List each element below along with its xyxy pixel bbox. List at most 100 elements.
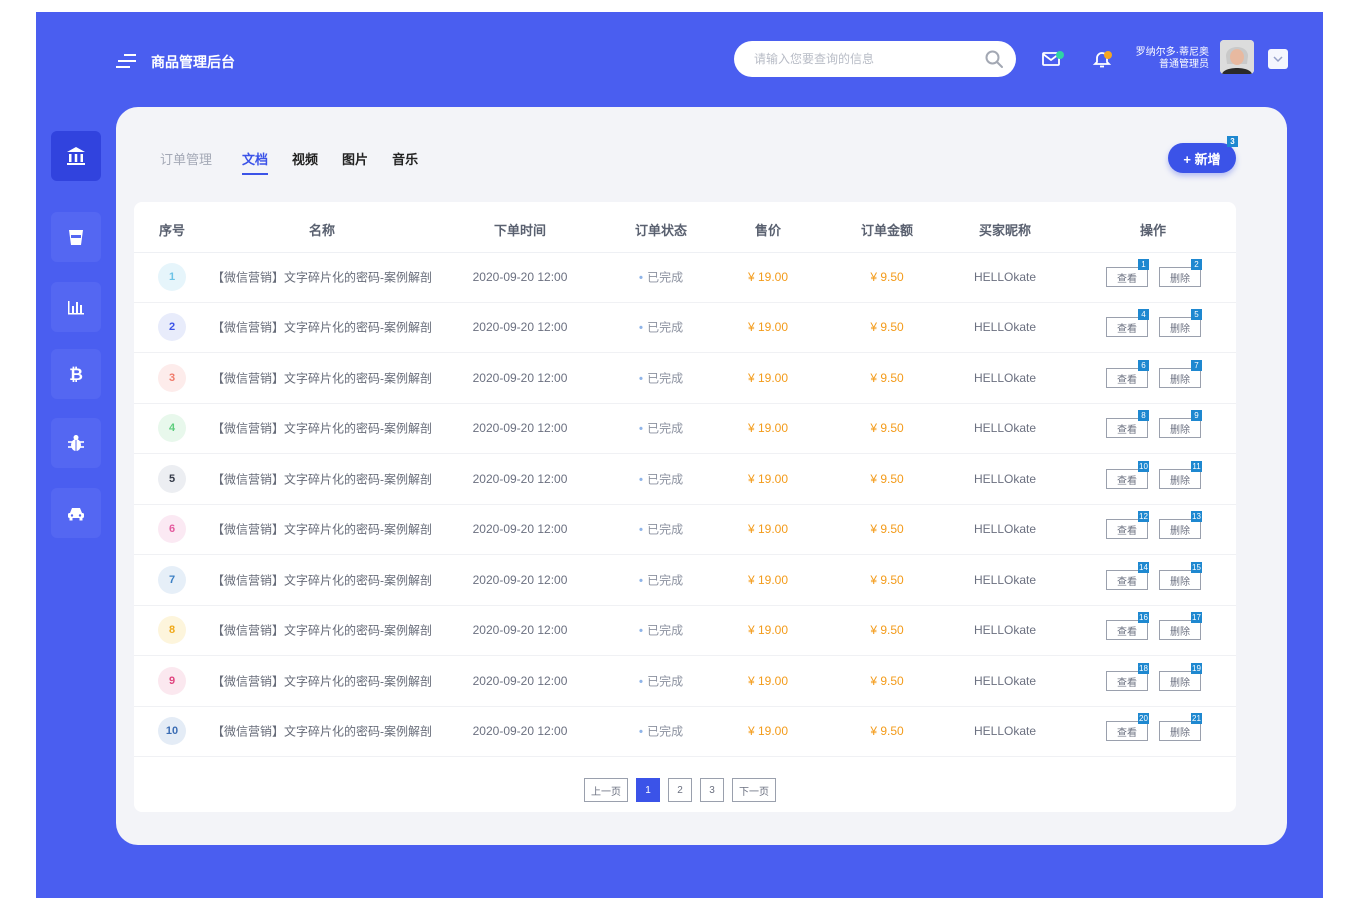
bug-icon <box>68 435 84 451</box>
page-button-3[interactable]: 3 <box>700 778 724 802</box>
view-button[interactable]: 查看 10 <box>1106 461 1149 489</box>
row-name: 【微信营销】文字碎片化的密码-案例解剖 <box>212 270 432 285</box>
row-price: ¥ 19.00 <box>747 270 789 284</box>
row-amount: ¥ 9.50 <box>870 623 904 637</box>
table-row: 6 【微信营销】文字碎片化的密码-案例解剖 2020-09-20 12:00 已完成 ¥… <box>134 504 1236 555</box>
next-page-button[interactable]: 下一页 <box>732 778 776 802</box>
view-button[interactable]: 查看 14 <box>1106 562 1149 590</box>
user-dropdown[interactable] <box>1268 49 1288 69</box>
row-time: 2020-09-20 12:00 <box>472 320 568 334</box>
search-icon[interactable] <box>984 49 1004 69</box>
delete-badge: 7 <box>1191 360 1202 371</box>
delete-button[interactable]: 删除 5 <box>1159 309 1202 337</box>
row-name: 【微信营销】文字碎片化的密码-案例解剖 <box>212 522 432 537</box>
sidebar-item-taxi[interactable] <box>51 488 101 538</box>
row-amount: ¥ 9.50 <box>870 421 904 435</box>
tab-1[interactable]: 订单管理 <box>160 149 212 168</box>
tab-3[interactable]: 视频 <box>292 149 318 168</box>
table-row: 8 【微信营销】文字碎片化的密码-案例解剖 2020-09-20 12:00 已完成 ¥… <box>134 605 1236 656</box>
sidebar-item-bank[interactable] <box>51 131 101 181</box>
prev-page-button[interactable]: 上一页 <box>584 778 628 802</box>
delete-badge: 5 <box>1191 309 1202 320</box>
table-row: 3 【微信营销】文字碎片化的密码-案例解剖 2020-09-20 12:00 已完成 ¥… <box>134 353 1236 404</box>
row-amount: ¥ 9.50 <box>870 573 904 587</box>
view-button[interactable]: 查看 20 <box>1106 713 1149 741</box>
delete-label: 删除 <box>1170 677 1190 689</box>
delete-label: 删除 <box>1170 727 1190 739</box>
row-buyer: HELLOkate <box>973 320 1037 334</box>
delete-button[interactable]: 删除 2 <box>1159 259 1202 287</box>
table-row: 1 【微信营销】文字碎片化的密码-案例解剖 2020-09-20 12:00 已完成 ¥… <box>134 252 1236 303</box>
row-time: 2020-09-20 12:00 <box>472 270 568 284</box>
app-title: 商品管理后台 <box>151 54 235 70</box>
view-label: 查看 <box>1117 374 1137 386</box>
row-buyer: HELLOkate <box>973 522 1037 536</box>
row-index: 6 <box>158 515 186 543</box>
view-button[interactable]: 查看 4 <box>1106 309 1149 337</box>
mail-icon[interactable] <box>1042 50 1064 68</box>
delete-button[interactable]: 删除 9 <box>1159 410 1202 438</box>
row-status: 已完成 <box>639 420 683 437</box>
search-input[interactable] <box>752 51 976 67</box>
delete-button[interactable]: 删除 13 <box>1159 511 1202 539</box>
page-button-1[interactable]: 1 <box>636 778 660 802</box>
delete-badge: 17 <box>1191 612 1202 623</box>
delete-button[interactable]: 删除 19 <box>1159 663 1202 691</box>
tab-5[interactable]: 音乐 <box>392 149 418 168</box>
row-index: 10 <box>158 717 186 745</box>
row-amount: ¥ 9.50 <box>870 674 904 688</box>
row-buyer: HELLOkate <box>973 674 1037 688</box>
delete-label: 删除 <box>1170 626 1190 638</box>
column-header-8: 操作 <box>1139 223 1167 238</box>
row-status: 已完成 <box>639 269 683 286</box>
row-status: 已完成 <box>639 673 683 690</box>
tab-4[interactable]: 图片 <box>342 149 368 168</box>
delete-label: 删除 <box>1170 273 1190 285</box>
user-info[interactable]: 罗纳尔多·蒂尼奥 普通管理员 <box>1096 47 1209 71</box>
row-name: 【微信营销】文字碎片化的密码-案例解剖 <box>212 674 432 689</box>
view-button[interactable]: 查看 16 <box>1106 612 1149 640</box>
delete-button[interactable]: 删除 21 <box>1159 713 1202 741</box>
delete-badge: 15 <box>1191 562 1202 573</box>
row-index: 8 <box>158 616 186 644</box>
row-time: 2020-09-20 12:00 <box>472 522 568 536</box>
row-time: 2020-09-20 12:00 <box>472 724 568 738</box>
avatar[interactable] <box>1220 40 1254 74</box>
delete-label: 删除 <box>1170 424 1190 436</box>
add-new-button[interactable]: + 新增 3 <box>1168 136 1238 173</box>
view-button[interactable]: 查看 12 <box>1106 511 1149 539</box>
row-amount: ¥ 9.50 <box>870 472 904 486</box>
sidebar-item-bug[interactable] <box>51 418 101 468</box>
delete-badge: 13 <box>1191 511 1202 522</box>
delete-button[interactable]: 删除 11 <box>1159 461 1202 489</box>
taxi-icon <box>68 508 84 521</box>
delete-button[interactable]: 删除 17 <box>1159 612 1202 640</box>
row-name: 【微信营销】文字碎片化的密码-案例解剖 <box>212 371 432 386</box>
sidebar-item-cup[interactable] <box>51 212 101 262</box>
delete-button[interactable]: 删除 7 <box>1159 360 1202 388</box>
sidebar-item-bitcoin[interactable]: ₿ <box>51 349 101 399</box>
table-row: 5 【微信营销】文字碎片化的密码-案例解剖 2020-09-20 12:00 已完成 ¥… <box>134 454 1236 505</box>
row-amount: ¥ 9.50 <box>870 724 904 738</box>
tab-2[interactable]: 文档 <box>242 149 269 175</box>
view-button[interactable]: 查看 8 <box>1106 410 1149 438</box>
view-button[interactable]: 查看 18 <box>1106 663 1149 691</box>
row-name: 【微信营销】文字碎片化的密码-案例解剖 <box>212 421 432 436</box>
sidebar-item-chart[interactable] <box>51 282 101 332</box>
bitcoin-icon: ₿ <box>69 365 83 385</box>
pagination: 上一页 1 2 3 下一页 <box>134 778 1236 802</box>
delete-button[interactable]: 删除 15 <box>1159 562 1202 590</box>
page-button-2[interactable]: 2 <box>668 778 692 802</box>
view-button[interactable]: 查看 6 <box>1106 360 1149 388</box>
column-header-6: 订单金额 <box>860 223 914 238</box>
view-label: 查看 <box>1117 677 1137 689</box>
row-buyer: HELLOkate <box>973 724 1037 738</box>
row-index: 1 <box>158 263 186 291</box>
row-status: 已完成 <box>639 622 683 639</box>
row-status: 已完成 <box>639 723 683 740</box>
row-price: ¥ 19.00 <box>747 472 789 486</box>
user-name: 罗纳尔多·蒂尼奥 <box>1135 47 1209 58</box>
menu-icon[interactable] <box>116 52 136 70</box>
table-row: 9 【微信营销】文字碎片化的密码-案例解剖 2020-09-20 12:00 已完成 ¥… <box>134 656 1236 707</box>
view-button[interactable]: 查看 1 <box>1106 259 1149 287</box>
